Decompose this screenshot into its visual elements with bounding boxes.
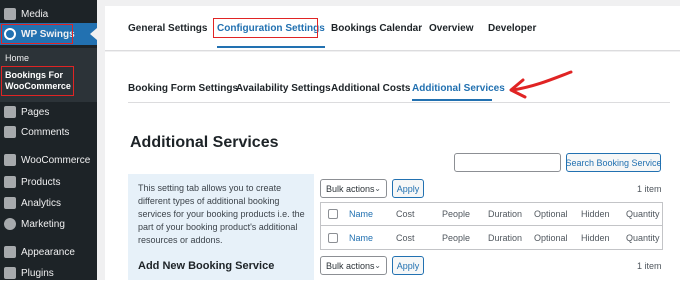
tab-developer[interactable]: Developer: [488, 23, 536, 34]
column-optional-footer: Optional: [534, 233, 568, 243]
bulk-actions-select-top[interactable]: Bulk actions ⌄: [320, 179, 387, 198]
sidebar-item-label: Analytics: [21, 197, 62, 209]
sidebar-item-label: Pages: [21, 106, 50, 118]
subtab-availability-settings[interactable]: Availability Settings: [236, 83, 331, 94]
plugins-icon: [4, 267, 16, 279]
sidebar-item-comments[interactable]: Comments: [0, 122, 97, 142]
tab-configuration-settings[interactable]: Configuration Settings: [217, 23, 325, 48]
pages-icon: [4, 106, 16, 118]
analytics-icon: [4, 197, 16, 209]
tab-overview[interactable]: Overview: [429, 23, 473, 34]
search-booking-service-button[interactable]: Search Booking Service: [565, 153, 662, 172]
bulk-actions-label: Bulk actions: [326, 183, 375, 194]
sidebar-item-wp-swings[interactable]: WP Swings: [0, 23, 97, 45]
bulk-actions-label: Bulk actions: [326, 260, 375, 271]
column-cost: Cost: [396, 209, 415, 219]
services-table: Name Cost People Duration Optional Hidde…: [320, 202, 663, 250]
settings-panel: Booking Form Settings Availability Setti…: [105, 52, 680, 280]
column-people-footer: People: [442, 233, 471, 243]
tab-general-settings[interactable]: General Settings: [128, 23, 207, 34]
search-input[interactable]: [454, 153, 561, 172]
page-title: Additional Services: [130, 134, 279, 151]
subtab-booking-form-settings[interactable]: Booking Form Settings: [128, 83, 238, 94]
apply-button-bottom[interactable]: Apply: [392, 256, 424, 275]
select-all-checkbox-footer[interactable]: [328, 233, 338, 243]
sidebar-item-woocommerce[interactable]: WooCommerce: [0, 150, 97, 170]
column-optional: Optional: [534, 209, 568, 219]
sidebar-item-label: Marketing: [21, 218, 65, 230]
products-icon: [4, 176, 16, 188]
column-duration: Duration: [488, 209, 523, 219]
wp-swings-submenu: Home Bookings For WooCommerce: [0, 48, 97, 102]
active-menu-arrow-icon: [90, 28, 97, 40]
chevron-down-icon: ⌄: [374, 261, 381, 270]
column-quantity: Quantity: [626, 209, 660, 219]
table-header-row: Name Cost People Duration Optional Hidde…: [321, 203, 662, 226]
sidebar-item-label: WooCommerce: [21, 154, 91, 166]
sidebar-item-analytics[interactable]: Analytics: [0, 193, 97, 213]
apply-button-top[interactable]: Apply: [392, 179, 424, 198]
column-cost-footer: Cost: [396, 233, 415, 243]
bulk-actions-select-bottom[interactable]: Bulk actions ⌄: [320, 256, 387, 275]
main-content: General Settings Configuration Settings …: [97, 0, 680, 280]
sidebar-item-label: WP Swings: [21, 28, 75, 40]
sidebar-item-label: Appearance: [21, 246, 75, 258]
media-icon: [4, 8, 16, 20]
column-hidden: Hidden: [581, 209, 610, 219]
info-text: This setting tab allows you to create di…: [138, 183, 305, 245]
select-all-checkbox[interactable]: [328, 209, 338, 219]
table-footer-row: Name Cost People Duration Optional Hidde…: [321, 227, 662, 250]
sidebar-item-pages[interactable]: Pages: [0, 102, 97, 122]
submenu-item-bookings[interactable]: Bookings For WooCommerce: [5, 70, 85, 92]
chevron-down-icon: ⌄: [374, 184, 381, 193]
woocommerce-icon: [4, 154, 16, 166]
subtab-additional-costs[interactable]: Additional Costs: [331, 83, 410, 94]
subtab-divider: [128, 102, 670, 103]
item-count-bottom: 1 item: [637, 261, 662, 271]
sidebar-item-marketing[interactable]: Marketing: [0, 214, 97, 234]
active-tab-underline: [217, 46, 325, 48]
wp-swings-icon: [4, 28, 16, 40]
top-tab-bar: General Settings Configuration Settings …: [105, 6, 680, 51]
submenu-item-home[interactable]: Home: [5, 53, 29, 63]
item-count-top: 1 item: [637, 184, 662, 194]
sidebar-item-label: Comments: [21, 126, 70, 138]
column-name[interactable]: Name: [349, 209, 373, 219]
subtab-additional-services[interactable]: Additional Services: [412, 83, 505, 94]
column-quantity-footer: Quantity: [626, 233, 660, 243]
admin-sidebar: Media WP Swings Home Bookings For WooCom…: [0, 0, 97, 280]
annotation-arrow-icon: [509, 70, 573, 99]
comments-icon: [4, 126, 16, 138]
marketing-icon: [4, 218, 16, 230]
sidebar-item-label: Plugins: [21, 267, 54, 279]
sidebar-item-appearance[interactable]: Appearance: [0, 242, 97, 262]
column-people: People: [442, 209, 471, 219]
active-subtab-underline: [412, 99, 492, 101]
column-hidden-footer: Hidden: [581, 233, 610, 243]
add-new-heading: Add New Booking Service: [138, 260, 275, 272]
sidebar-item-label: Products: [21, 176, 61, 188]
column-duration-footer: Duration: [488, 233, 523, 243]
sidebar-item-plugins[interactable]: Plugins: [0, 263, 97, 283]
sidebar-item-media[interactable]: Media: [0, 4, 97, 24]
tab-bookings-calendar[interactable]: Bookings Calendar: [331, 23, 422, 34]
column-name-footer[interactable]: Name: [349, 233, 373, 243]
tab-label: Configuration Settings: [217, 23, 325, 34]
sidebar-item-products[interactable]: Products: [0, 172, 97, 192]
sidebar-item-label: Media: [21, 8, 49, 20]
appearance-icon: [4, 246, 16, 258]
